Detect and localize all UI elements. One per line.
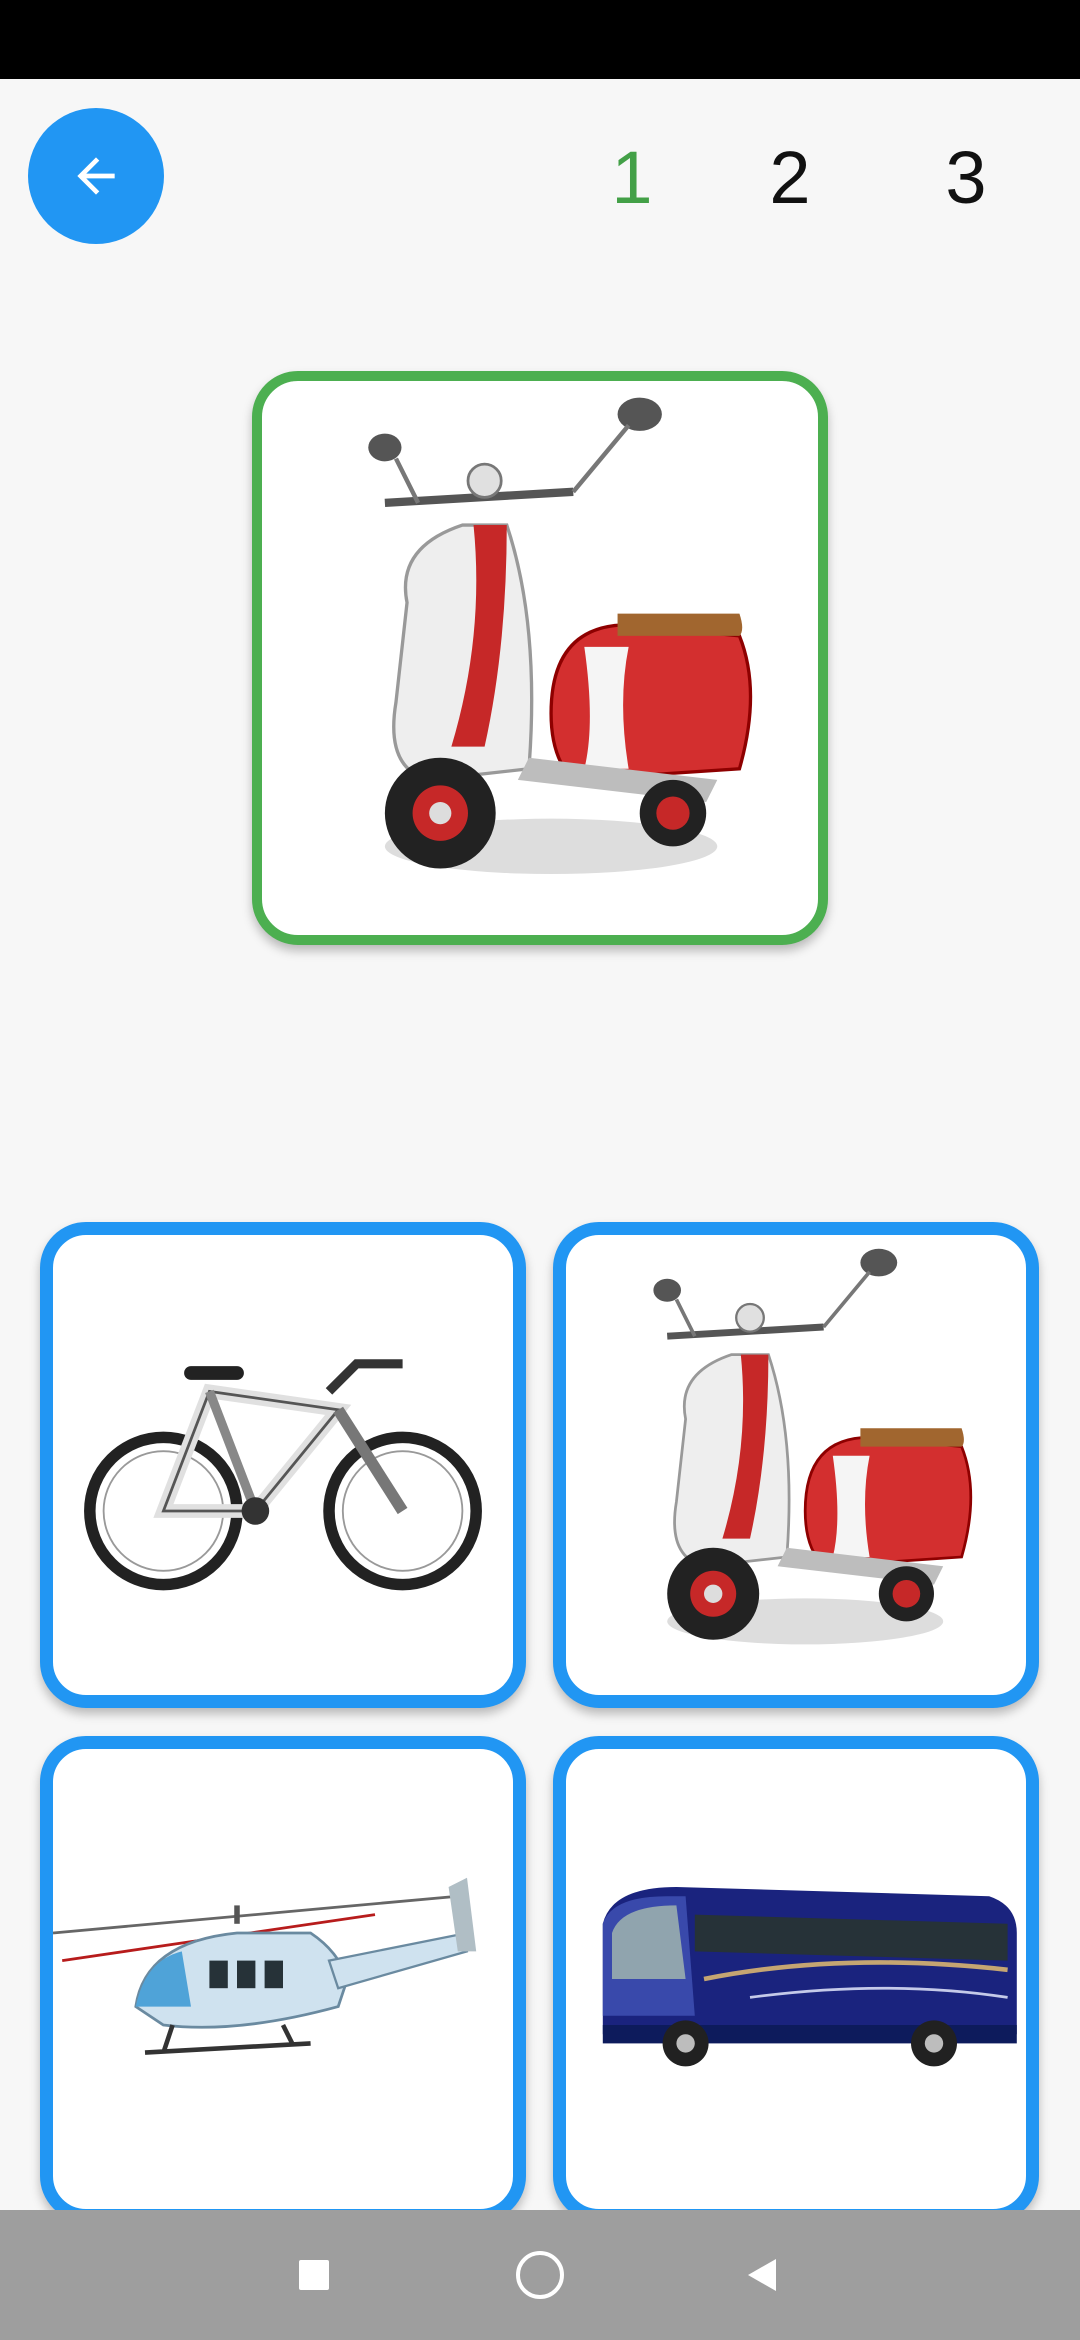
arrow-left-icon xyxy=(77,157,115,195)
bus-image xyxy=(602,1887,1017,2067)
square-recents-icon xyxy=(299,2260,329,2290)
step-indicator: 1 2 3 xyxy=(560,128,1020,228)
option-card-bicycle[interactable] xyxy=(40,1222,526,1708)
step-1: 1 xyxy=(611,136,653,219)
recents-button[interactable] xyxy=(282,2243,346,2307)
status-bar xyxy=(0,0,1080,79)
back-button[interactable] xyxy=(28,108,164,244)
home-button[interactable] xyxy=(508,2243,572,2307)
option-card-helicopter[interactable] xyxy=(40,1736,526,2222)
option-card-bus[interactable] xyxy=(553,1736,1039,2222)
helicopter-image xyxy=(53,1877,477,2055)
bicycle-image xyxy=(84,1359,482,1591)
triangle-back-icon xyxy=(748,2259,776,2291)
step-2: 2 xyxy=(769,136,811,219)
system-navigation-bar xyxy=(0,2210,1080,2340)
option-card-scooter[interactable] xyxy=(553,1222,1039,1708)
step-3: 3 xyxy=(945,136,987,219)
scooter-image xyxy=(653,1248,973,1645)
circle-home-icon xyxy=(516,2251,564,2299)
target-image-card xyxy=(252,371,828,945)
system-back-button[interactable] xyxy=(730,2243,794,2307)
scooter-image xyxy=(368,397,753,875)
